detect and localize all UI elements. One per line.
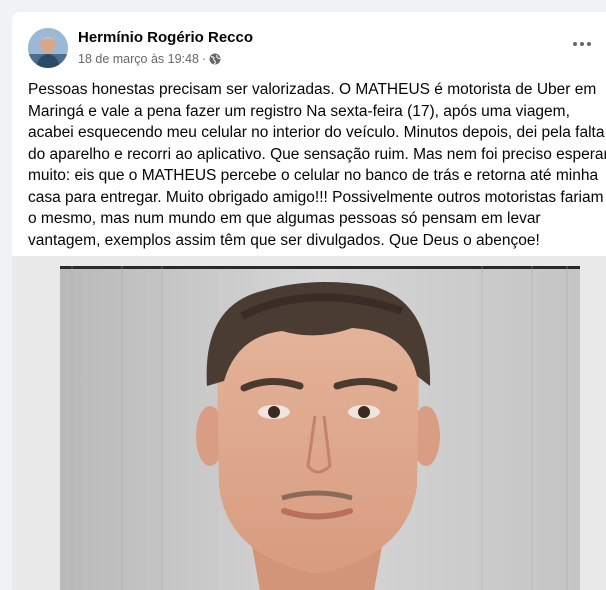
author-avatar[interactable] xyxy=(28,28,68,68)
post-text-line: casa para entregar. Muito obrigado amigo… xyxy=(28,188,604,206)
post-card: Hermínio Rogério Recco 18 de março às 19… xyxy=(12,12,606,590)
more-options-icon[interactable] xyxy=(566,34,598,54)
post-header: Hermínio Rogério Recco 18 de março às 19… xyxy=(12,12,606,74)
globe-icon[interactable] xyxy=(209,53,221,65)
portrait-image xyxy=(12,256,606,590)
post-text-line: muito: eis que o MATHEUS percebe o celul… xyxy=(28,167,599,184)
post-text-line: Pessoas honestas precisam ser valorizada… xyxy=(28,81,597,98)
post-text: Pessoas honestas precisam ser valorizada… xyxy=(28,79,606,251)
post-text-line: vantagem, exemplos assim têm que ser div… xyxy=(28,231,540,249)
post-date[interactable]: 18 de março às 19:48 xyxy=(78,52,199,66)
post-text-line: o mesmo, mas num mundo em que algumas pe… xyxy=(28,210,541,227)
post-text-line: acabei esquecendo meu celular no interio… xyxy=(28,124,605,141)
post-text-line: Maringá e vale a pena fazer um registro … xyxy=(28,102,570,120)
author-name[interactable]: Hermínio Rogério Recco xyxy=(78,29,253,46)
meta-separator: · xyxy=(201,52,207,66)
post-meta: 18 de março às 19:48 · xyxy=(78,52,221,66)
avatar-image xyxy=(28,28,68,68)
post-photo[interactable] xyxy=(12,256,606,590)
post-text-line: do aparelho e recorri ao aplicativo. Que… xyxy=(28,145,606,163)
